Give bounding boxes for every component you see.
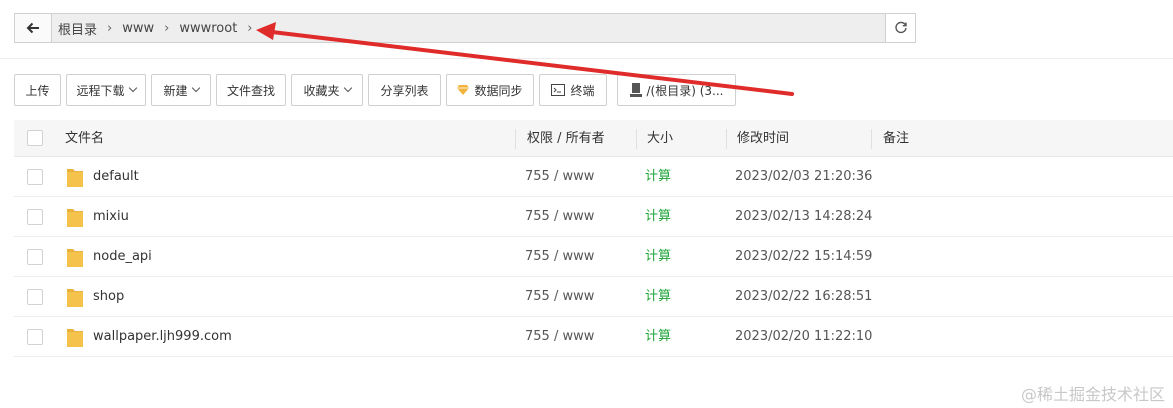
table-row[interactable]: mixiu 755 / www 计算 2023/02/13 14:28:24 [14, 197, 1173, 237]
toolbar: 上传 远程下载 新建 文件查找 收藏夹 分享列表 数据同步 终端 /(根目录) … [14, 74, 741, 106]
favorites-label: 收藏夹 [303, 83, 340, 98]
folder-icon [67, 289, 83, 307]
select-all-checkbox[interactable] [27, 130, 43, 146]
chevron-down-icon [343, 83, 352, 93]
file-name[interactable]: node_api [93, 237, 152, 277]
data-sync-label: 数据同步 [474, 83, 523, 98]
arrow-left-icon [26, 22, 39, 34]
chevron-right-icon: › [164, 20, 170, 36]
terminal-icon [551, 84, 566, 96]
data-sync-button[interactable]: 数据同步 [446, 74, 534, 106]
disk-label: /(根目录) (3... [646, 83, 724, 98]
breadcrumb: 根目录 › www › wwwroot › [52, 14, 885, 42]
column-header-permission[interactable]: 权限 / 所有者 [527, 120, 605, 157]
back-button[interactable] [15, 14, 52, 42]
path-bar: 根目录 › www › wwwroot › [14, 13, 916, 43]
folder-icon [67, 329, 83, 347]
file-name[interactable]: shop [93, 277, 124, 317]
share-list-button[interactable]: 分享列表 [368, 74, 441, 106]
column-divider [871, 129, 872, 149]
file-mtime: 2023/02/03 21:20:36 [735, 169, 873, 184]
remote-download-label: 远程下载 [76, 83, 125, 98]
column-header-size[interactable]: 大小 [647, 120, 673, 157]
refresh-button[interactable] [885, 14, 915, 42]
divider [0, 58, 1173, 59]
chevron-right-icon: › [247, 20, 253, 36]
watermark: @稀土掘金技术社区 [1020, 385, 1165, 404]
size-calc-link[interactable]: 计算 [645, 317, 671, 357]
new-label: 新建 [163, 83, 188, 98]
file-permission[interactable]: 755 / www [525, 197, 594, 237]
upload-label: 上传 [25, 83, 50, 98]
file-permission[interactable]: 755 / www [525, 237, 594, 277]
remote-download-button[interactable]: 远程下载 [66, 74, 146, 106]
folder-icon [67, 169, 83, 187]
favorites-button[interactable]: 收藏夹 [291, 74, 363, 106]
table-row[interactable]: node_api 755 / www 计算 2023/02/22 15:14:5… [14, 237, 1173, 277]
upload-button[interactable]: 上传 [14, 74, 61, 106]
table-row[interactable]: wallpaper.ljh999.com 755 / www 计算 2023/0… [14, 317, 1173, 357]
file-mtime: 2023/02/20 11:22:10 [735, 329, 873, 344]
folder-icon [67, 249, 83, 267]
share-list-label: 分享列表 [380, 83, 429, 98]
table-row[interactable]: shop 755 / www 计算 2023/02/22 16:28:51 [14, 277, 1173, 317]
size-calc-link[interactable]: 计算 [645, 237, 671, 277]
file-permission[interactable]: 755 / www [525, 277, 594, 317]
file-name[interactable]: default [93, 157, 139, 197]
folder-icon [67, 209, 83, 227]
column-header-mtime[interactable]: 修改时间 [737, 120, 789, 157]
file-permission[interactable]: 755 / www [525, 157, 594, 197]
column-divider [515, 129, 516, 149]
row-checkbox[interactable] [27, 289, 43, 305]
disk-button[interactable]: /(根目录) (3... [617, 74, 736, 106]
row-checkbox[interactable] [27, 169, 43, 185]
column-header-name[interactable]: 文件名 [65, 120, 104, 157]
refresh-icon [894, 21, 907, 34]
breadcrumb-root[interactable]: 根目录 [58, 19, 103, 38]
disk-icon [629, 83, 642, 97]
file-name[interactable]: wallpaper.ljh999.com [93, 317, 232, 357]
chevron-down-icon [128, 83, 137, 93]
row-checkbox[interactable] [27, 329, 43, 345]
column-divider [726, 129, 727, 149]
file-mtime: 2023/02/22 15:14:59 [735, 249, 873, 264]
file-mtime: 2023/02/22 16:28:51 [735, 289, 873, 304]
column-divider [636, 129, 637, 149]
file-name[interactable]: mixiu [93, 197, 129, 237]
table-header: 文件名 权限 / 所有者 大小 修改时间 备注 [14, 120, 1173, 157]
terminal-button[interactable]: 终端 [539, 74, 607, 106]
file-permission[interactable]: 755 / www [525, 317, 594, 357]
column-header-note[interactable]: 备注 [883, 120, 909, 157]
terminal-label: 终端 [570, 83, 595, 98]
table-row[interactable]: default 755 / www 计算 2023/02/03 21:20:36 [14, 157, 1173, 197]
row-checkbox[interactable] [27, 209, 43, 225]
size-calc-link[interactable]: 计算 [645, 277, 671, 317]
file-mtime: 2023/02/13 14:28:24 [735, 209, 873, 224]
file-search-label: 文件查找 [226, 83, 275, 98]
chevron-down-icon [191, 83, 200, 93]
new-button[interactable]: 新建 [151, 74, 211, 106]
file-search-button[interactable]: 文件查找 [216, 74, 286, 106]
diamond-icon [457, 85, 470, 95]
size-calc-link[interactable]: 计算 [645, 197, 671, 237]
row-checkbox[interactable] [27, 249, 43, 265]
chevron-right-icon: › [107, 20, 113, 36]
size-calc-link[interactable]: 计算 [645, 157, 671, 197]
breadcrumb-wwwroot[interactable]: wwwroot [179, 21, 243, 36]
breadcrumb-www[interactable]: www [122, 21, 160, 36]
